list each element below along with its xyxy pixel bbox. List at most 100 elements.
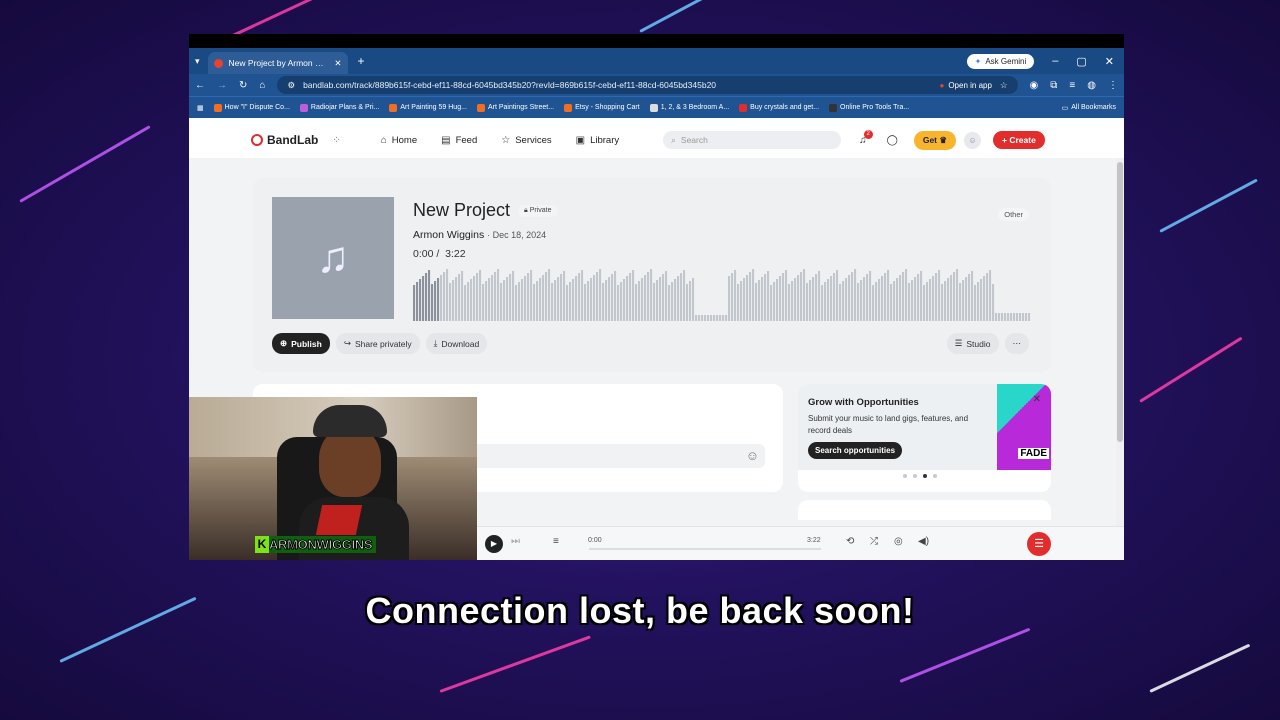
- waveform-bar: [464, 285, 467, 321]
- site-info-icon[interactable]: ⚙: [287, 80, 295, 91]
- waveform-bar: [1022, 313, 1025, 321]
- volume-icon[interactable]: ◀): [918, 536, 929, 547]
- search-opportunities-button[interactable]: Search opportunities: [808, 442, 903, 459]
- bookmark-item[interactable]: 1, 2, & 3 Bedroom A...: [649, 103, 729, 112]
- minimize-icon[interactable]: –: [1052, 55, 1058, 67]
- nav-home[interactable]: ⌂ Home: [381, 135, 417, 146]
- waveform-bar: [641, 278, 644, 321]
- waveform[interactable]: [413, 265, 1031, 321]
- nav-feed[interactable]: ▤ Feed: [441, 135, 477, 146]
- reload-icon[interactable]: ↻: [239, 80, 247, 91]
- waveform-bar: [743, 278, 746, 321]
- extension-icon[interactable]: ◉: [1030, 80, 1039, 91]
- bookmark-item[interactable]: Buy crystals and get...: [739, 103, 819, 112]
- apps-menu-icon[interactable]: ⁘: [332, 135, 340, 146]
- get-membership-button[interactable]: Get ♛: [913, 130, 957, 150]
- waveform-bar: [485, 281, 488, 321]
- carousel-dot[interactable]: [903, 474, 907, 478]
- forward-icon[interactable]: →: [217, 80, 227, 91]
- avatar[interactable]: ☺: [964, 131, 982, 149]
- bookmark-item[interactable]: Art Painting 59 Hug...: [389, 103, 467, 112]
- nav-library[interactable]: ▣ Library: [576, 135, 620, 146]
- queue-icon[interactable]: ≡: [553, 536, 559, 547]
- download-button[interactable]: ⤓ Download: [425, 333, 488, 354]
- genre-tag[interactable]: Other: [998, 208, 1029, 221]
- menu-kebab-icon[interactable]: ⋮: [1108, 80, 1118, 91]
- carousel-dot[interactable]: [913, 474, 917, 478]
- close-tab-icon[interactable]: ✕: [334, 58, 341, 69]
- open-in-app-button[interactable]: ● Open in app: [939, 81, 991, 90]
- new-tab-icon[interactable]: +: [358, 54, 365, 68]
- globe-icon: ⊕: [280, 338, 288, 348]
- close-window-icon[interactable]: ✕: [1105, 55, 1114, 68]
- repeat-icon[interactable]: ⟲: [846, 536, 854, 547]
- messages-icon[interactable]: ◯: [887, 135, 898, 146]
- studio-actions: ☰ Studio ⋯: [946, 333, 1029, 354]
- tab-bandlab[interactable]: New Project by Armon Wiggins ✕: [207, 52, 348, 74]
- share-privately-button[interactable]: ↪ Share privately: [335, 333, 420, 354]
- emoji-icon[interactable]: ☺: [746, 448, 759, 463]
- create-button[interactable]: + Create: [993, 131, 1045, 149]
- url-text: bandlab.com/track/889b615f-cebd-ef11-88c…: [303, 80, 717, 90]
- waveform-bar: [944, 281, 947, 321]
- bookmark-star-icon[interactable]: ☆: [1000, 80, 1008, 91]
- url-bar[interactable]: ⚙ bandlab.com/track/889b615f-cebd-ef11-8…: [277, 76, 1018, 94]
- waveform-bar: [755, 283, 758, 321]
- waveform-bar: [593, 275, 596, 321]
- more-options-button[interactable]: ⋯: [1004, 333, 1029, 354]
- shuffle-icon[interactable]: ⤮: [870, 536, 878, 547]
- carousel-dot[interactable]: [933, 474, 937, 478]
- bookmark-label: Art Painting 59 Hug...: [400, 104, 467, 111]
- studio-label: Studio: [966, 338, 991, 349]
- waveform-bar: [611, 274, 614, 321]
- player-progress-bar[interactable]: [589, 548, 821, 550]
- author-name[interactable]: Armon Wiggins: [413, 229, 484, 241]
- notifications-button[interactable]: ♫ 2: [859, 129, 873, 146]
- profile-icon[interactable]: ◍: [1087, 80, 1096, 91]
- bookmark-item[interactable]: Art Paintings Street...: [476, 103, 554, 112]
- waveform-bar: [791, 281, 794, 321]
- library-icon: ▣: [575, 134, 586, 146]
- publish-label: Publish: [291, 338, 322, 349]
- bandlab-logo[interactable]: BandLab: [251, 133, 318, 147]
- star-icon: ☆: [501, 134, 511, 146]
- studio-button[interactable]: ☰ Studio: [946, 333, 999, 354]
- play-button[interactable]: ▶: [485, 535, 503, 553]
- home-icon[interactable]: ⌂: [259, 80, 265, 91]
- waveform-bar: [731, 273, 734, 321]
- ask-gemini-button[interactable]: ✦ Ask Gemini: [966, 53, 1035, 69]
- back-icon[interactable]: ←: [195, 80, 205, 91]
- project-cover[interactable]: ♫: [272, 197, 394, 319]
- player-menu-button[interactable]: ☰: [1027, 532, 1051, 556]
- bookmark-item[interactable]: Etsy - Shopping Cart: [564, 103, 640, 112]
- all-bookmarks-button[interactable]: ▭ All Bookmarks: [1062, 104, 1116, 112]
- media-icon[interactable]: ≡: [1069, 80, 1075, 91]
- bookmark-item[interactable]: Radiojar Plans & Pri...: [299, 103, 379, 112]
- waveform-bar: [638, 281, 641, 321]
- waveform-bar: [875, 282, 878, 321]
- waveform-bar: [845, 278, 848, 321]
- waveform-bar: [872, 285, 875, 321]
- broadcast-icon[interactable]: ◎: [894, 536, 903, 547]
- background-streak: [899, 627, 1031, 683]
- nav-services[interactable]: ☆ Services: [501, 135, 551, 146]
- publish-button[interactable]: ⊕ Publish: [272, 333, 330, 354]
- close-icon[interactable]: ✕: [1033, 394, 1041, 405]
- maximize-icon[interactable]: ▢: [1076, 55, 1086, 68]
- tab-list-icon[interactable]: ▾: [195, 56, 200, 67]
- carousel-dot-active[interactable]: [923, 474, 927, 478]
- search-input[interactable]: ⌕ Search: [663, 131, 842, 149]
- logo-text: BandLab: [267, 133, 319, 147]
- waveform-bar: [806, 283, 809, 321]
- waveform-bar: [830, 276, 833, 321]
- skip-next-icon[interactable]: ⏭: [511, 536, 520, 547]
- apps-grid-icon[interactable]: ▦: [197, 104, 204, 112]
- waveform-bar: [458, 274, 461, 321]
- scrollbar-thumb[interactable]: [1117, 162, 1123, 442]
- waveform-bar: [623, 279, 626, 321]
- bookmark-item[interactable]: Online Pro Tools Tra...: [829, 103, 909, 112]
- extensions-puzzle-icon[interactable]: ⧉: [1050, 80, 1057, 91]
- page-scrollbar[interactable]: [1116, 158, 1124, 526]
- bookmark-item[interactable]: How "I" Dispute Co...: [213, 103, 290, 112]
- waveform-bar: [596, 272, 599, 321]
